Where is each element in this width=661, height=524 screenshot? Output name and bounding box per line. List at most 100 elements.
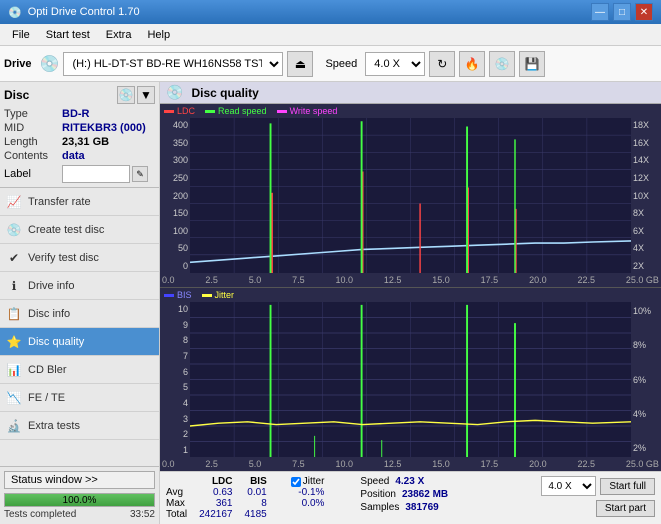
titlebar: 💿 Opti Drive Control 1.70 — □ ✕ <box>0 0 661 24</box>
sidebar-item-disc-info[interactable]: 📋 Disc info <box>0 300 159 328</box>
bottom-y-left: 10 9 8 7 6 5 4 3 2 1 <box>160 302 190 457</box>
cd-bler-label: CD Bler <box>28 364 67 376</box>
disc-panel-btn2[interactable]: ▼ <box>137 86 155 104</box>
content-area: 💿 Disc quality LDC Read speed <box>160 82 661 524</box>
sidebar-item-transfer-rate[interactable]: 📈 Transfer rate <box>0 188 159 216</box>
cd-bler-icon: 📊 <box>6 362 22 378</box>
disc-info-icon: 📋 <box>6 306 22 322</box>
maximize-button[interactable]: □ <box>613 3 631 21</box>
menu-help[interactable]: Help <box>139 27 178 43</box>
status-window-button[interactable]: Status window >> <box>4 471 155 489</box>
nav-items: 📈 Transfer rate 💿 Create test disc ✔ Ver… <box>0 188 159 466</box>
contents-label: Contents <box>4 150 62 162</box>
jitter-label: Jitter <box>303 476 325 487</box>
burn-button[interactable]: 🔥 <box>459 51 485 77</box>
ldc-legend-label: LDC <box>177 106 195 116</box>
refresh-button[interactable]: ↻ <box>429 51 455 77</box>
disc-label-label: Label <box>4 168 62 180</box>
type-label: Type <box>4 108 62 120</box>
total-bis: 4185 <box>245 509 279 520</box>
bis-legend-label: BIS <box>177 290 192 300</box>
status-bar: Status window >> 100.0% Tests completed … <box>0 466 159 524</box>
speed-label: Speed <box>325 58 357 70</box>
bottom-x-labels: 0.0 2.5 5.0 7.5 10.0 12.5 15.0 17.5 20.0… <box>160 457 661 471</box>
sidebar-item-drive-info[interactable]: ℹ Drive info <box>0 272 159 300</box>
position-value: 23862 MB <box>402 489 448 500</box>
start-full-button[interactable]: Start full <box>600 478 655 495</box>
sidebar-item-cd-bler[interactable]: 📊 CD Bler <box>0 356 159 384</box>
window-controls: — □ ✕ <box>591 3 653 21</box>
transfer-rate-icon: 📈 <box>6 194 22 210</box>
speed-control-row: 4.0 X Start full <box>541 476 655 496</box>
total-row: Total 242167 4185 <box>166 509 336 520</box>
max-ldc: 361 <box>199 498 244 509</box>
bottom-chart-section: BIS Jitter 10 9 8 7 6 <box>160 288 661 471</box>
status-time: 33:52 <box>130 509 155 520</box>
contents-value: data <box>62 150 85 162</box>
max-label: Max <box>166 498 199 509</box>
total-label: Total <box>166 509 199 520</box>
verify-test-disc-label: Verify test disc <box>28 252 99 264</box>
top-chart-section: LDC Read speed Write speed 400 <box>160 104 661 288</box>
save-button[interactable]: 💾 <box>519 51 545 77</box>
length-value: 23,31 GB <box>62 136 109 148</box>
close-button[interactable]: ✕ <box>635 3 653 21</box>
avg-row: Avg 0.63 0.01 -0.1% <box>166 487 336 498</box>
top-chart-svg <box>190 118 631 273</box>
bis-dot <box>164 294 174 297</box>
bottom-y-right: 10% 8% 6% 4% 2% <box>631 302 661 457</box>
create-test-disc-icon: 💿 <box>6 222 22 238</box>
main-area: Disc 💿 ▼ Type BD-R MID RITEKBR3 (000) Le… <box>0 82 661 524</box>
disc-button[interactable]: 💿 <box>489 51 515 77</box>
avg-bis: 0.01 <box>245 487 279 498</box>
disc-panel-btn1[interactable]: 💿 <box>117 86 135 104</box>
drive-info-icon: ℹ <box>6 278 22 294</box>
status-text: Tests completed <box>4 509 76 520</box>
disc-panel-title: Disc <box>4 88 29 102</box>
extra-tests-label: Extra tests <box>28 420 80 432</box>
bottom-chart-svg <box>190 302 631 457</box>
menu-extra[interactable]: Extra <box>98 27 140 43</box>
disc-label-edit-button[interactable]: ✎ <box>132 166 148 182</box>
eject-button[interactable]: ⏏ <box>287 51 313 77</box>
top-x-labels: 0.0 2.5 5.0 7.5 10.0 12.5 15.0 17.5 20.0… <box>160 273 661 287</box>
avg-jitter: -0.1% <box>291 487 337 498</box>
fe-te-label: FE / TE <box>28 392 65 404</box>
extra-tests-icon: 🔬 <box>6 418 22 434</box>
position-info: Speed 4.23 X Position 23862 MB Samples 3… <box>360 476 448 513</box>
max-row: Max 361 8 0.0% <box>166 498 336 509</box>
menu-file[interactable]: File <box>4 27 38 43</box>
write-speed-legend-label: Write speed <box>290 106 338 116</box>
bis-col-header: BIS <box>245 476 279 487</box>
stats-table: LDC BIS Jitter <box>166 476 336 520</box>
app-icon: 💿 <box>8 6 22 19</box>
stats-speed-select[interactable]: 4.0 X <box>541 476 596 496</box>
disc-label-input[interactable] <box>62 165 130 183</box>
jitter-dot <box>202 294 212 297</box>
mid-label: MID <box>4 122 62 134</box>
disc-panel: Disc 💿 ▼ Type BD-R MID RITEKBR3 (000) Le… <box>0 82 159 188</box>
drive-label: Drive <box>4 58 32 70</box>
speed-select[interactable]: 4.0 X <box>365 52 425 76</box>
bottom-panel: LDC BIS Jitter <box>160 471 661 524</box>
sidebar-item-extra-tests[interactable]: 🔬 Extra tests <box>0 412 159 440</box>
read-speed-legend-label: Read speed <box>218 106 267 116</box>
write-speed-dot <box>277 110 287 113</box>
start-part-button[interactable]: Start part <box>596 500 655 517</box>
controls-right: 4.0 X Start full Start part <box>541 476 655 517</box>
minimize-button[interactable]: — <box>591 3 609 21</box>
avg-ldc: 0.63 <box>199 487 244 498</box>
sidebar-item-create-test-disc[interactable]: 💿 Create test disc <box>0 216 159 244</box>
menu-start-test[interactable]: Start test <box>38 27 98 43</box>
sidebar-item-disc-quality[interactable]: ⭐ Disc quality <box>0 328 159 356</box>
jitter-checkbox[interactable] <box>291 477 301 487</box>
drive-select[interactable]: (H:) HL-DT-ST BD-RE WH16NS58 TST4 <box>63 52 283 76</box>
sidebar-item-verify-test-disc[interactable]: ✔ Verify test disc <box>0 244 159 272</box>
sidebar-item-fe-te[interactable]: 📉 FE / TE <box>0 384 159 412</box>
top-y-left: 400 350 300 250 200 150 100 50 0 <box>160 118 190 273</box>
type-value: BD-R <box>62 108 90 120</box>
disc-quality-icon: ⭐ <box>6 334 22 350</box>
drive-info-label: Drive info <box>28 280 74 292</box>
jitter-col-header: Jitter <box>291 476 337 487</box>
chart-header: 💿 Disc quality <box>160 82 661 104</box>
